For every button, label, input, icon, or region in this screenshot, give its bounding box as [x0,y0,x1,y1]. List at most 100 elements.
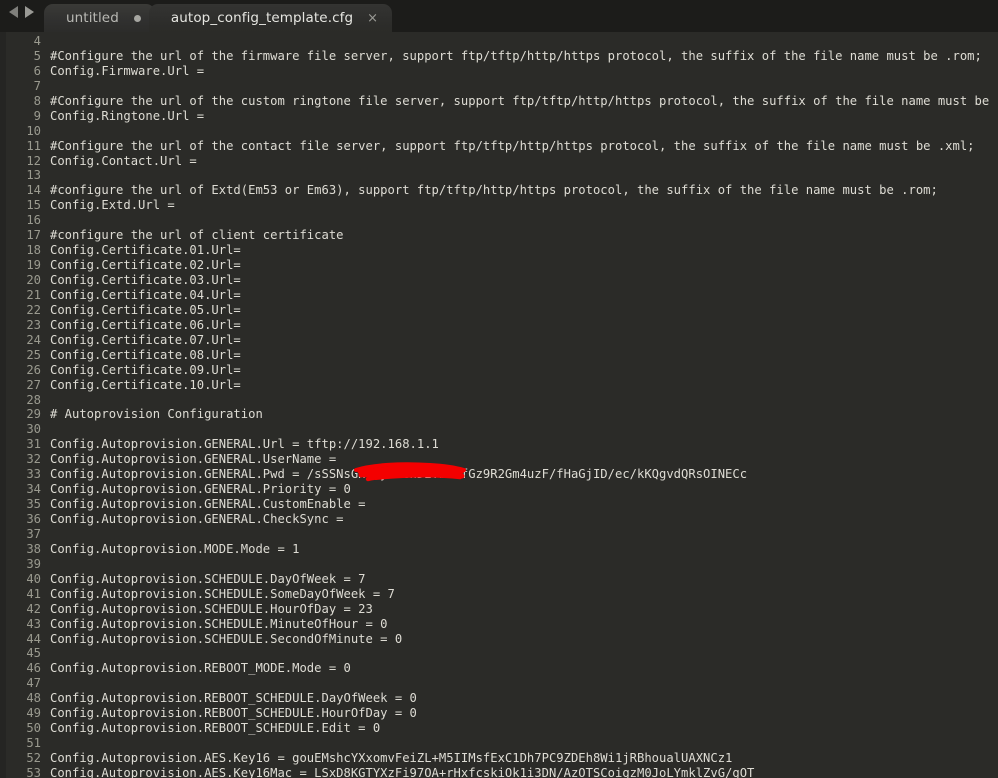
line-number: 24 [26,332,41,347]
code-line[interactable]: 25 Config.Certificate.08.Url= [0,348,998,363]
code-line[interactable]: 42 Config.Autoprovision.SCHEDULE.HourOfDa… [0,602,998,617]
line-text: Config.Extd.Url = [50,198,175,213]
line-number: 38 [26,541,41,556]
line-number: 10 [26,123,41,138]
line-number: 18 [26,243,41,258]
code-line[interactable]: 47 [0,676,998,691]
code-line[interactable]: 39 [0,557,998,572]
line-number: 15 [26,198,41,213]
code-line[interactable]: 12 Config.Contact.Url = [0,154,998,169]
code-line[interactable]: 49 Config.Autoprovision.REBOOT_SCHEDULE.H… [0,706,998,721]
triangle-right-icon[interactable] [25,5,34,18]
code-line[interactable]: 22 Config.Certificate.05.Url= [0,303,998,318]
code-line[interactable]: 31 Config.Autoprovision.GENERAL.Url = tft… [0,437,998,452]
tab-label: autop_config_template.cfg [170,10,354,26]
code-line[interactable]: 15 Config.Extd.Url = [0,198,998,213]
line-number: 48 [26,691,41,706]
line-text: Config.Certificate.01.Url= [50,243,241,258]
line-text: #Configure the url of the contact file s… [50,138,975,153]
triangle-left-icon[interactable] [9,5,18,18]
line-text [50,213,998,228]
code-line[interactable]: 53 Config.Autoprovision.AES.Key16Mac = LS… [0,766,998,778]
code-line[interactable]: 10 [0,124,998,139]
code-line[interactable]: 34 Config.Autoprovision.GENERAL.Priority … [0,482,998,497]
line-number: 40 [26,571,41,586]
line-text [50,646,998,661]
code-line[interactable]: 8 #Configure the url of the custom ringto… [0,94,998,109]
line-text: Config.Autoprovision.SCHEDULE.DayOfWeek … [50,571,366,586]
code-line[interactable]: 26 Config.Certificate.09.Url= [0,363,998,378]
code-line[interactable]: 41 Config.Autoprovision.SCHEDULE.SomeDayO… [0,587,998,602]
code-line[interactable]: 18 Config.Certificate.01.Url= [0,243,998,258]
code-line[interactable]: 46 Config.Autoprovision.REBOOT_MODE.Mode … [0,661,998,676]
code-line[interactable]: 28 [0,393,998,408]
tab-untitled[interactable]: untitled [44,4,155,32]
code-line[interactable]: 43 Config.Autoprovision.SCHEDULE.MinuteOf… [0,617,998,632]
tab-autop-config-template-cfg[interactable]: autop_config_template.cfg × [148,4,393,32]
line-number: 51 [26,736,41,751]
code-line[interactable]: 51 [0,736,998,751]
code-line[interactable]: 14 #configure the url of Extd(Em53 or Em6… [0,183,998,198]
line-number: 34 [26,482,41,497]
line-text: Config.Autoprovision.SCHEDULE.SecondOfMi… [50,631,403,646]
code-line[interactable]: 5 #Configure the url of the firmware file… [0,49,998,64]
code-line[interactable]: 40 Config.Autoprovision.SCHEDULE.DayOfWee… [0,572,998,587]
code-line[interactable]: 20 Config.Certificate.03.Url= [0,273,998,288]
line-text: Config.Firmware.Url = [50,63,205,78]
code-line[interactable]: 37 [0,527,998,542]
line-text: Config.Autoprovision.SCHEDULE.HourOfDay … [50,601,373,616]
code-line[interactable]: 24 Config.Certificate.07.Url= [0,333,998,348]
line-number: 27 [26,377,41,392]
code-line[interactable]: 13 [0,168,998,183]
code-line[interactable]: 6 Config.Firmware.Url = [0,64,998,79]
code-editor[interactable]: 4 5 #Configure the url of the firmware fil… [0,32,998,778]
code-line[interactable]: 36 Config.Autoprovision.GENERAL.CheckSync… [0,512,998,527]
line-number: 45 [26,646,41,661]
code-line[interactable]: 35 Config.Autoprovision.GENERAL.CustomEna… [0,497,998,512]
line-text [50,527,998,542]
line-text: Config.Autoprovision.GENERAL.Url = tftp:… [50,437,439,452]
line-number: 23 [26,317,41,332]
code-line[interactable]: 29 # Autoprovision Configuration [0,407,998,422]
line-number: 46 [26,661,41,676]
code-line[interactable]: 21 Config.Certificate.04.Url= [0,288,998,303]
line-text: Config.Autoprovision.GENERAL.UserName = [50,452,337,467]
line-number: 22 [26,302,41,317]
line-number: 20 [26,273,41,287]
code-line[interactable]: 16 [0,213,998,228]
code-line[interactable]: 17 #configure the url of client certifica… [0,228,998,243]
code-line[interactable]: 45 [0,646,998,661]
code-line[interactable]: 9 Config.Ringtone.Url = [0,109,998,124]
code-line[interactable]: 48 Config.Autoprovision.REBOOT_SCHEDULE.D… [0,691,998,706]
line-number: 43 [26,616,41,631]
code-line[interactable]: 32 Config.Autoprovision.GENERAL.UserName … [0,452,998,467]
line-number: 12 [26,153,41,168]
line-number: 9 [33,108,41,123]
code-line[interactable]: 19 Config.Certificate.02.Url= [0,258,998,273]
line-number: 21 [26,287,41,302]
line-text: #Configure the url of the custom rington… [50,93,998,108]
line-number: 7 [33,78,41,93]
line-text: Config.Certificate.08.Url= [50,347,241,362]
code-line[interactable]: 30 [0,422,998,437]
line-text: # Autoprovision Configuration [50,407,263,422]
close-icon[interactable]: × [367,12,378,25]
code-line[interactable]: 11 #Configure the url of the contact file… [0,139,998,154]
code-line[interactable]: 4 [0,34,998,49]
tab-nav-arrows [0,0,44,32]
code-line[interactable]: 38 Config.Autoprovision.MODE.Mode = 1 [0,542,998,557]
line-text [50,79,998,94]
code-line[interactable]: 52 Config.Autoprovision.AES.Key16 = gouEM… [0,751,998,766]
code-line[interactable]: 44 Config.Autoprovision.SCHEDULE.SecondOf… [0,632,998,647]
code-line[interactable]: 7 [0,79,998,94]
line-text [50,736,998,751]
code-line[interactable]: 50 Config.Autoprovision.REBOOT_SCHEDULE.E… [0,721,998,736]
line-number: 5 [33,48,41,63]
line-text [50,168,998,183]
code-line[interactable]: 33 Config.Autoprovision.GENERAL.Pwd = /sS… [0,467,998,482]
code-line[interactable]: 23 Config.Certificate.06.Url= [0,318,998,333]
line-number: 17 [26,228,41,243]
line-text: Config.Autoprovision.GENERAL.CustomEnabl… [50,497,366,512]
code-lines-container[interactable]: 4 5 #Configure the url of the firmware fil… [0,32,998,778]
code-line[interactable]: 27 Config.Certificate.10.Url= [0,378,998,393]
